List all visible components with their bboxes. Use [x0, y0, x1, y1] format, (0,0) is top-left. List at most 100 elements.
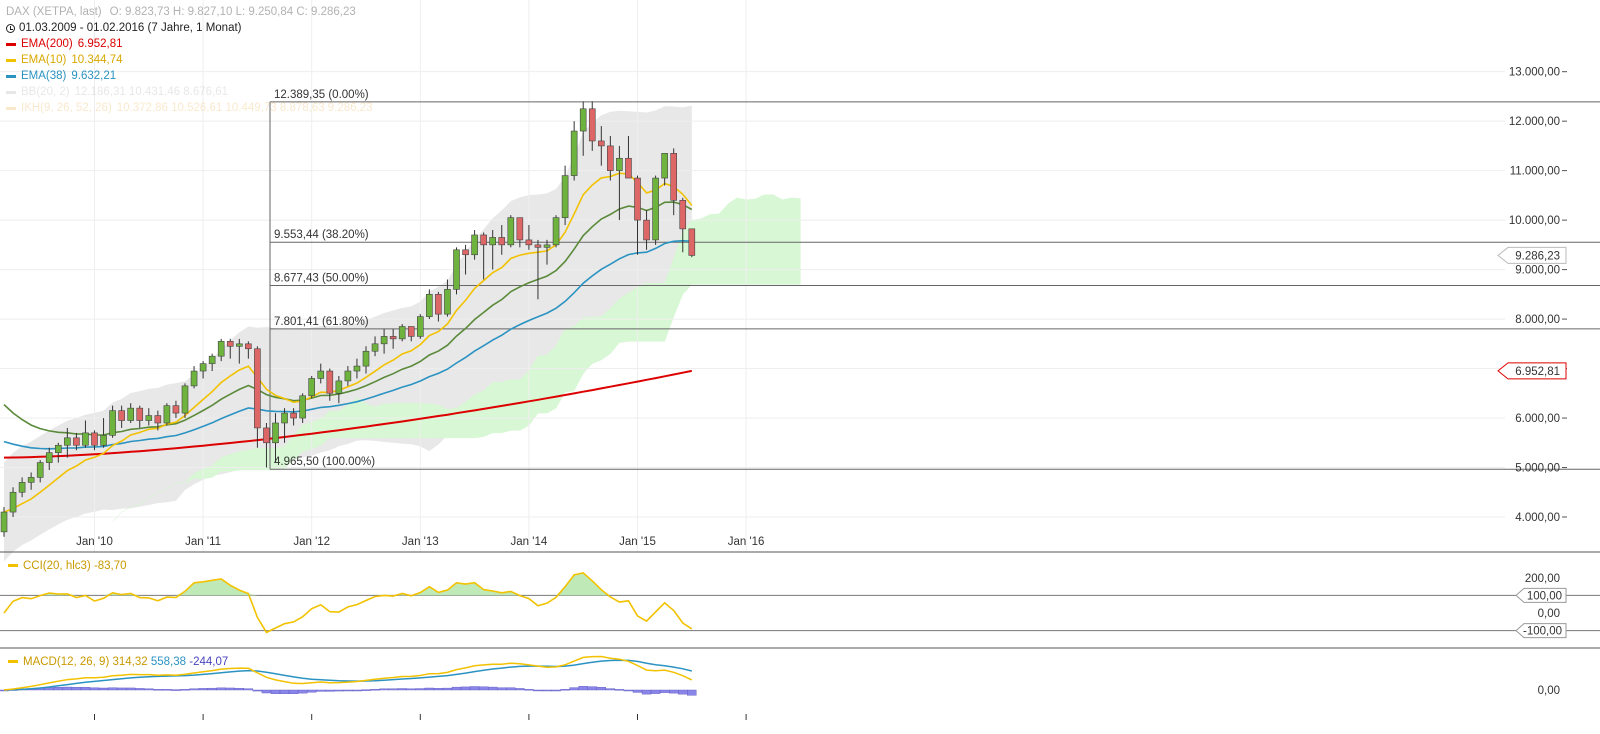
macd-value-3: -244,07 [189, 656, 228, 668]
x-tick-label: Jan '11 [185, 536, 221, 548]
candle-body [489, 237, 497, 246]
candle-body [634, 177, 641, 221]
macd-histogram-bar [433, 688, 444, 691]
cloud-segment [564, 326, 575, 393]
cloud-segment [438, 404, 448, 439]
macd-histogram-bar [478, 686, 489, 691]
candle-body [607, 145, 614, 171]
candle-body [226, 341, 234, 347]
x-tick-label: Jan '16 [728, 536, 765, 548]
legend-value: 10.372,86 10.526,61 10.449,73 8.878,63 9… [116, 102, 373, 114]
cloud-segment [646, 282, 656, 342]
legend-item[interactable]: EMA(38) 9.632,21 [6, 68, 373, 84]
cci-tag-100-text: 100,00 [1527, 590, 1562, 602]
cci-tick-200: 200,00 [1525, 573, 1560, 585]
macd-histogram-bar [596, 687, 606, 691]
macd-histogram-bar [153, 689, 163, 691]
macd-value-2: 558,38 [151, 656, 189, 668]
cloud-segment [610, 298, 620, 355]
candle-body [371, 343, 379, 352]
candle-body [73, 437, 80, 446]
macd-histogram-bar [144, 688, 154, 691]
macd-histogram-bar [80, 687, 91, 691]
candle-body [435, 294, 442, 315]
candle-body [299, 395, 306, 419]
x-tick-label: Jan '12 [293, 536, 330, 548]
candle-body [145, 415, 153, 421]
macd-histogram-bar [270, 689, 281, 694]
legend-item[interactable]: EMA(10) 10.344,74 [6, 52, 373, 68]
macd-label: MACD(12, 26, 9) 314,32 558,38 -244,07 [23, 656, 228, 668]
macd-histogram-bar [71, 687, 82, 691]
fib-label: 9.553,44 (38.20%) [274, 229, 369, 241]
cloud-segment [383, 402, 394, 439]
legend-label: EMA(200) [21, 38, 73, 50]
cloud-segment [465, 394, 475, 439]
candle-body [344, 370, 352, 382]
macd-histogram-bar [234, 687, 245, 691]
candle-body [181, 385, 189, 414]
candle-body [236, 343, 243, 347]
candle-body [308, 378, 316, 397]
candle-body [172, 405, 180, 414]
candle-body [525, 239, 533, 246]
macd-swatch [8, 660, 18, 663]
y-tick-label: 9.000,00 [1515, 265, 1560, 277]
y-tick-label: 11.000,00 [1510, 166, 1560, 178]
legend-item[interactable]: BB(20, 2) 12.186,31 10.431,46 8.676,61 [6, 84, 373, 100]
macd-histogram-bar [198, 688, 208, 691]
x-tick-label: Jan '14 [511, 536, 548, 548]
macd-histogram-bar [451, 686, 462, 691]
candle-body [27, 477, 35, 483]
cloud-segment [709, 213, 720, 285]
candle-body [163, 405, 171, 424]
macd-histogram-bar [370, 688, 380, 691]
legend-swatch [6, 58, 16, 62]
candle-body [199, 363, 207, 372]
cloud-segment [420, 402, 430, 439]
macd-histogram-bar [650, 689, 661, 694]
macd-histogram-bar [623, 689, 634, 692]
macd-histogram-bar [325, 689, 335, 692]
ohlc-row: DAX (XETPA, last) O: 9.823,73 H: 9.827,1… [6, 4, 373, 20]
cloud-segment [718, 203, 729, 285]
legend-label: EMA(38) [21, 70, 67, 82]
legend-swatch [6, 90, 16, 94]
macd-histogram-bar [125, 687, 136, 691]
cloud-segment [519, 369, 530, 431]
macd-histogram-bar [641, 689, 652, 695]
ema200-price-tag: 6.952,81 [1497, 362, 1567, 380]
date-range: 01.03.2009 - 01.02.2016 (7 Jahre, 1 Mona… [19, 22, 242, 34]
macd-histogram-bar [316, 689, 326, 692]
legend-swatch [6, 74, 16, 78]
macd-histogram-bar [189, 688, 199, 691]
candle-body [380, 336, 388, 345]
candle-body [9, 491, 17, 513]
candle-body [570, 130, 578, 176]
cci-tag-minus100-text: -100,00 [1523, 626, 1562, 638]
macd-histogram-bar [261, 689, 272, 694]
date-range-row: 01.03.2009 - 01.02.2016 (7 Jahre, 1 Mona… [6, 20, 373, 36]
macd-histogram-bar [243, 688, 254, 691]
last-price-tag-text: 9.286,23 [1515, 250, 1560, 262]
legend-item[interactable]: EMA(200) 6.952,81 [6, 36, 373, 52]
cloud-segment [573, 316, 584, 391]
candle-body [398, 326, 406, 340]
macd-histogram-bar [632, 689, 643, 693]
macd-histogram-bar [560, 689, 570, 691]
y-axis: 13.000,00 12.000,00 11.000,00 10.000,00 9.00… [1497, 67, 1567, 524]
candle-body [245, 343, 252, 350]
macd-histogram-bar [171, 689, 181, 691]
macd-histogram-bar [578, 686, 588, 691]
candle-body [616, 157, 623, 171]
cloud-segment [257, 448, 267, 471]
candle-body [18, 482, 26, 493]
macd-histogram-bar [488, 686, 498, 691]
candle-body [362, 350, 370, 367]
macd-histogram-bar [587, 686, 597, 691]
macd-histogram-bar [415, 688, 425, 691]
x-tick-label: Jan '15 [619, 536, 656, 548]
macd-histogram-bar [515, 688, 525, 691]
legend-item[interactable]: IKH(9, 26, 52, 26) 10.372,86 10.526,61 10… [6, 100, 373, 116]
clock-icon [6, 23, 15, 33]
